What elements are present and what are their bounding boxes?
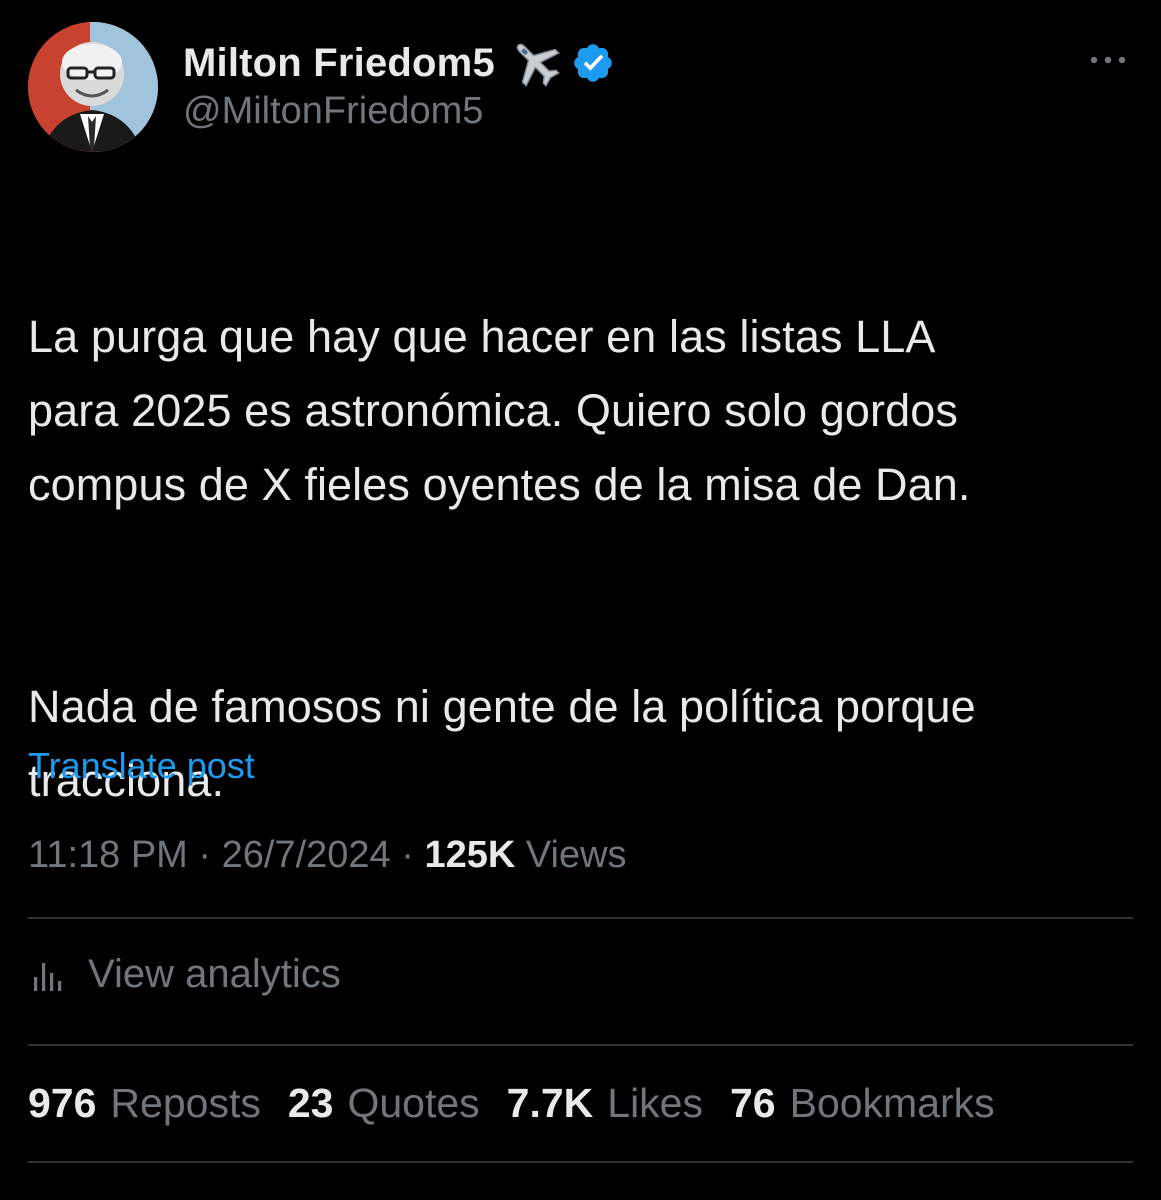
author-info: Milton Friedom5 @MiltonFriedom5	[183, 38, 615, 133]
meta-separator: ·	[198, 834, 212, 876]
reposts-count: 976	[28, 1080, 97, 1126]
bookmarks-stat[interactable]: 76 Bookmarks	[730, 1080, 995, 1127]
airplane-icon	[507, 34, 565, 92]
author-display-name[interactable]: Milton Friedom5	[183, 41, 495, 86]
avatar[interactable]	[28, 22, 158, 152]
verified-badge-icon[interactable]	[571, 41, 615, 85]
quotes-count: 23	[287, 1080, 334, 1126]
divider	[28, 917, 1133, 919]
divider	[28, 1044, 1133, 1046]
author-handle[interactable]: @MiltonFriedom5	[183, 90, 615, 133]
translate-post-link[interactable]: Translate post	[28, 745, 255, 787]
post-header: Milton Friedom5 @MiltonFriedom5	[28, 22, 1133, 154]
views-count: 125K	[424, 834, 516, 876]
divider	[28, 1161, 1133, 1163]
reposts-stat[interactable]: 976 Reposts	[28, 1080, 261, 1127]
reposts-label: Reposts	[110, 1080, 261, 1126]
quotes-label: Quotes	[347, 1080, 480, 1126]
post-metadata: 11:18 PM · 26/7/2024 · 125K Views	[28, 834, 627, 877]
avatar-portrait	[28, 22, 158, 152]
post-paragraph: Nada de famosos ni gente de la política …	[28, 681, 976, 806]
quotes-stat[interactable]: 23 Quotes	[288, 1080, 480, 1127]
likes-count: 7.7K	[506, 1080, 594, 1126]
name-row: Milton Friedom5	[183, 38, 615, 88]
post-text: La purga que hay que hacer en las listas…	[28, 226, 1128, 892]
view-analytics-button[interactable]: View analytics	[28, 952, 341, 997]
analytics-icon	[28, 955, 68, 995]
post-paragraph: La purga que hay que hacer en las listas…	[28, 311, 971, 510]
bookmarks-label: Bookmarks	[789, 1080, 995, 1126]
views-label: Views	[525, 834, 627, 876]
view-analytics-label: View analytics	[88, 952, 341, 996]
bookmarks-count: 76	[729, 1080, 776, 1126]
post-detail: Milton Friedom5 @MiltonFriedom5 La purga…	[0, 0, 1161, 1200]
post-time[interactable]: 11:18 PM	[28, 834, 188, 876]
meta-separator: ·	[401, 834, 414, 876]
engagement-stats: 976 Reposts 23 Quotes 7.7K Likes 76 Book…	[28, 1080, 1022, 1127]
likes-label: Likes	[607, 1080, 703, 1126]
likes-stat[interactable]: 7.7K Likes	[507, 1080, 703, 1127]
post-date[interactable]: 26/7/2024	[222, 834, 391, 876]
more-options-icon[interactable]	[1085, 50, 1131, 70]
